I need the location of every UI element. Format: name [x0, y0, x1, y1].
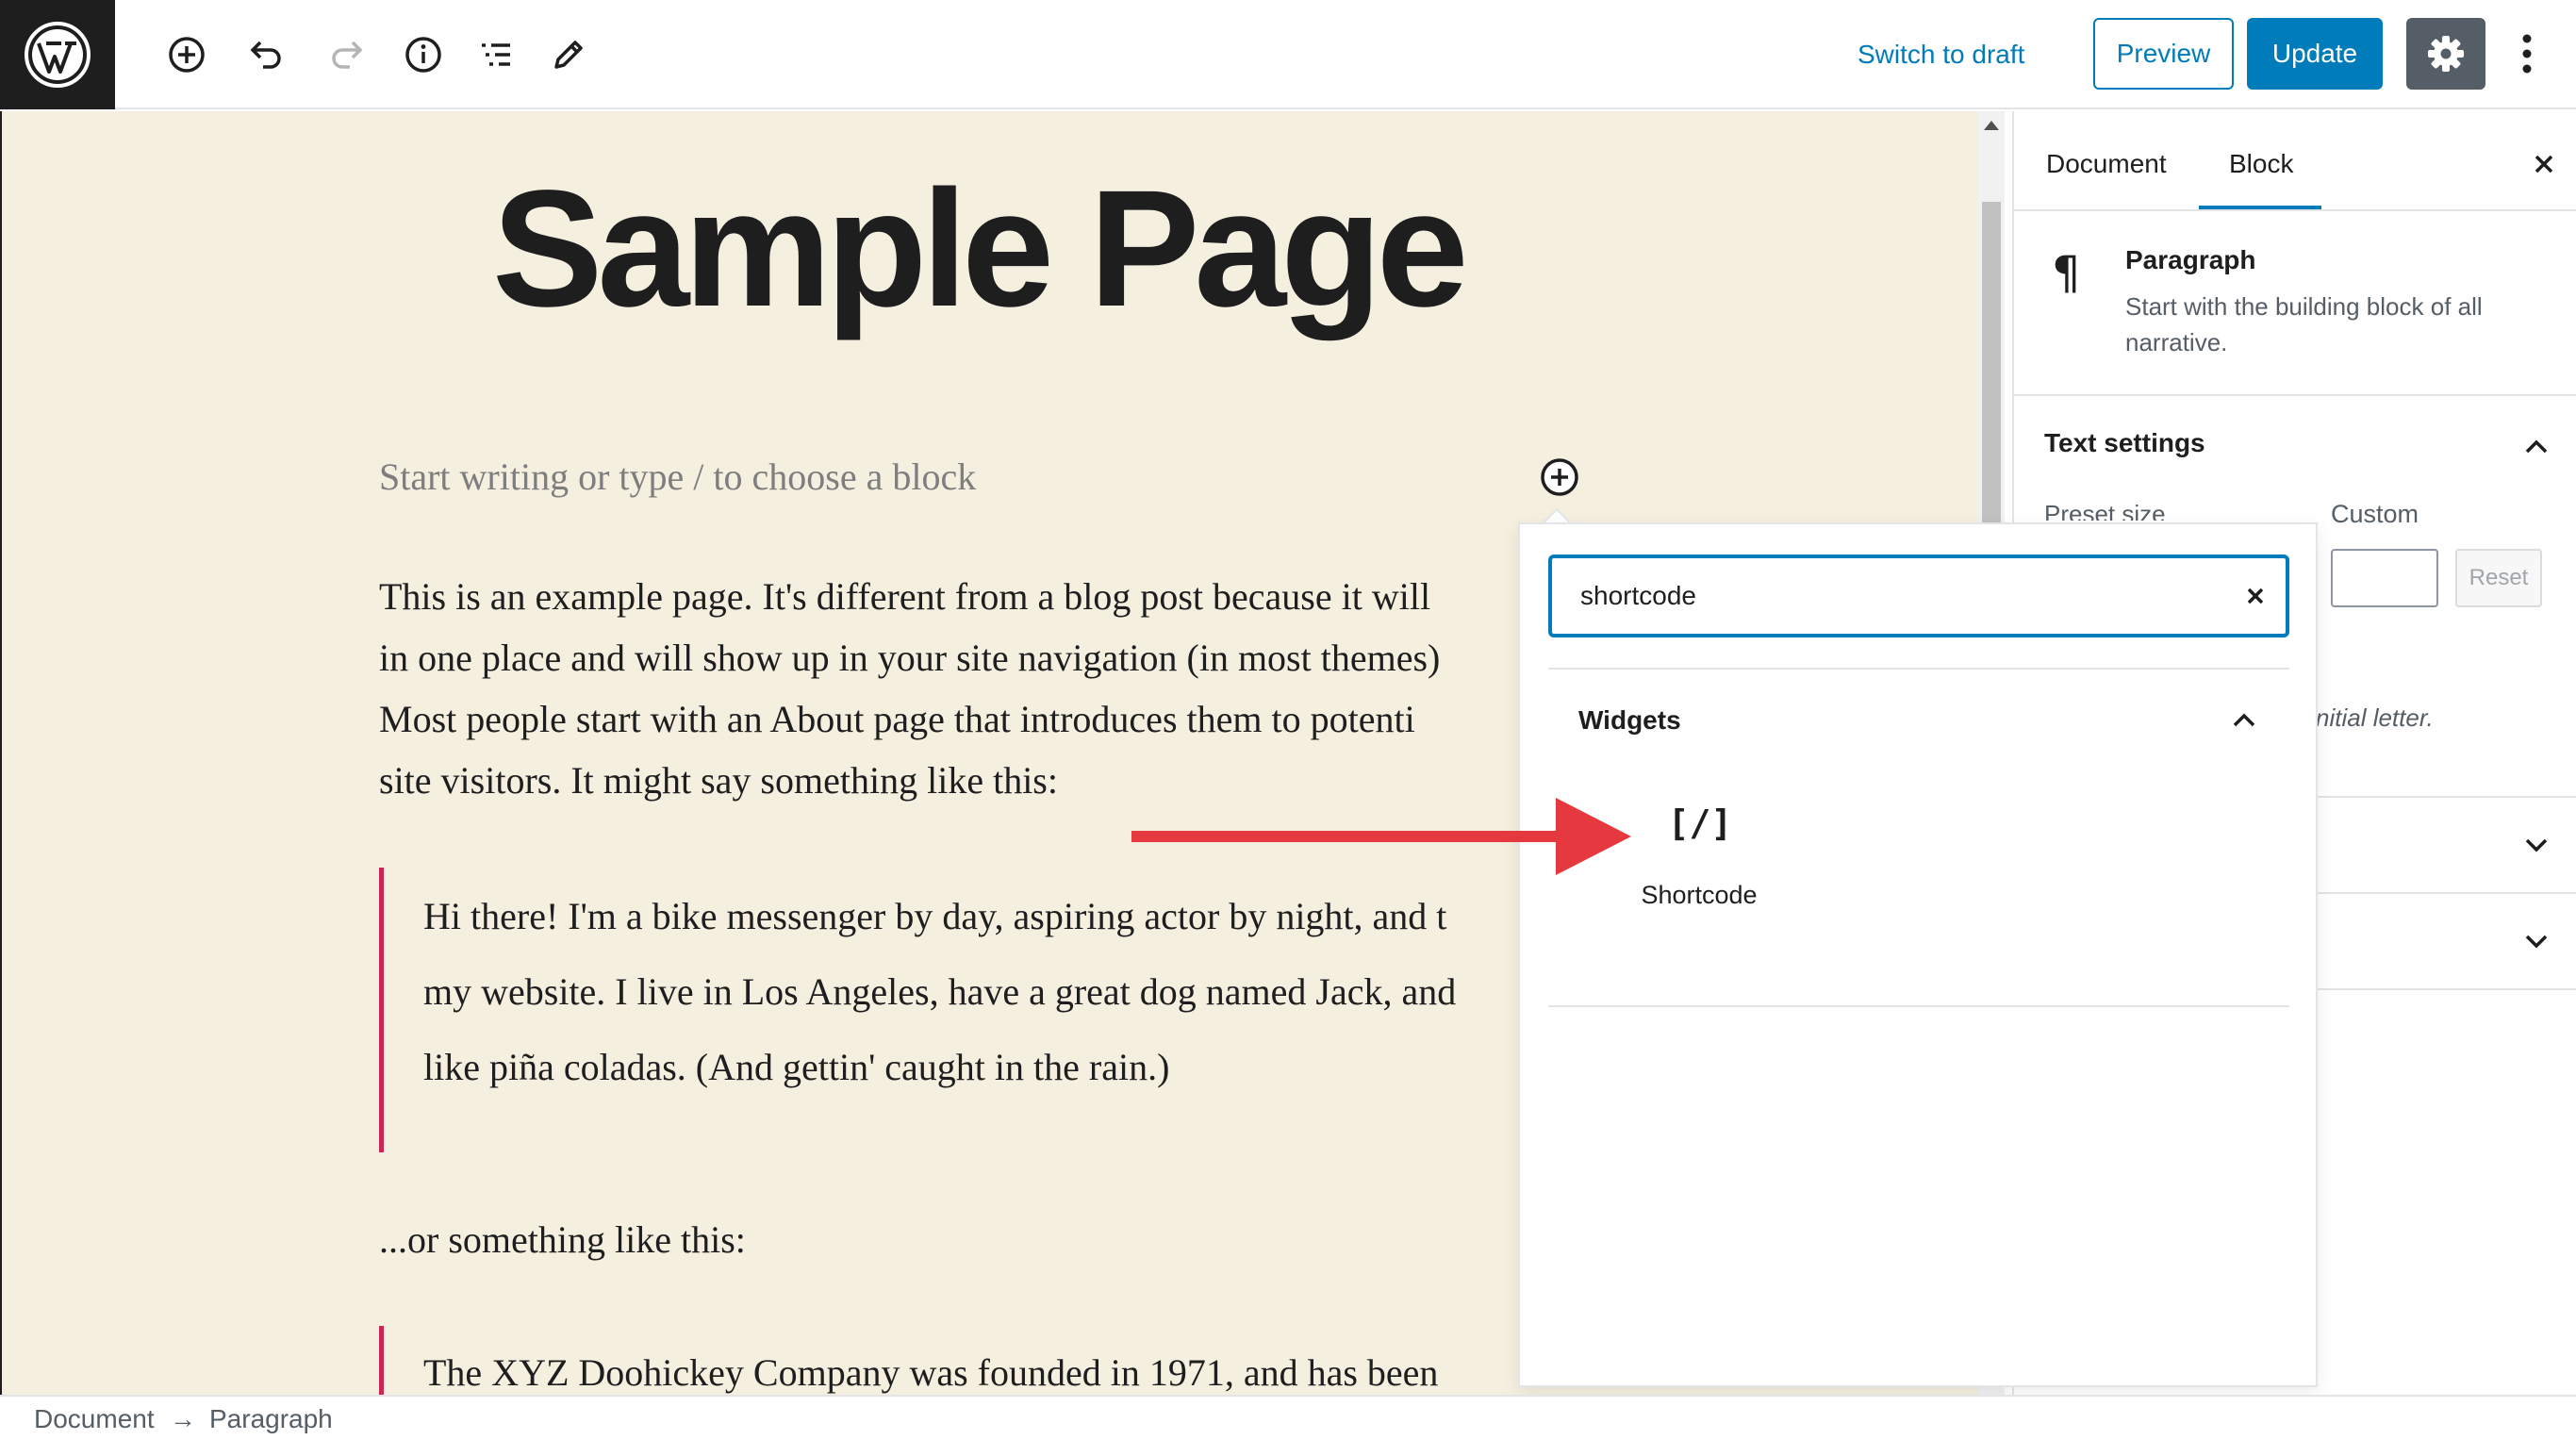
paragraph-line[interactable]: This is an example page. It's different …: [379, 566, 1430, 627]
redo-icon[interactable]: [321, 28, 373, 81]
quote-line[interactable]: The XYZ Doohickey Company was founded in…: [423, 1335, 1438, 1395]
block-inserter-popover: Widgets [/] Shortcode: [1518, 522, 2318, 1387]
inline-add-block-icon[interactable]: [1539, 456, 1580, 498]
chevron-down-icon[interactable]: [2518, 826, 2555, 864]
scroll-up-arrow-icon[interactable]: [1984, 121, 1999, 130]
custom-size-label: Custom: [2331, 500, 2419, 528]
divider: [2014, 209, 2576, 211]
breadcrumb-separator: →: [170, 1404, 196, 1433]
divider: [1548, 1005, 2289, 1007]
paragraph-line[interactable]: in one place and will show up in your si…: [379, 627, 1440, 688]
paragraph-icon: ¶: [2052, 247, 2081, 300]
text-settings-panel-title[interactable]: Text settings: [2044, 428, 2205, 458]
paragraph-line[interactable]: ...or something like this:: [379, 1209, 746, 1270]
breadcrumb-document[interactable]: Document: [34, 1404, 155, 1434]
canvas-scroll-thumb[interactable]: [1982, 202, 2001, 522]
shortcode-block-label: Shortcode: [1641, 881, 1758, 909]
editor-header: Switch to draft Preview Update: [0, 0, 2576, 109]
wordpress-logo-icon[interactable]: [0, 0, 115, 109]
block-breadcrumb: Document → Paragraph: [0, 1395, 2576, 1440]
quote-line[interactable]: my website. I live in Los Angeles, have …: [423, 954, 1456, 1030]
divider: [2014, 394, 2576, 396]
empty-block-placeholder[interactable]: Start writing or type / to choose a bloc…: [379, 455, 976, 499]
widgets-category-title[interactable]: Widgets: [1578, 705, 1681, 736]
clear-search-icon[interactable]: [2237, 577, 2274, 615]
page-title[interactable]: Sample Page: [492, 157, 1469, 341]
chevron-up-icon[interactable]: [2225, 702, 2263, 739]
tab-block[interactable]: Block: [2229, 143, 2293, 185]
quote-line[interactable]: Hi there! I'm a bike messenger by day, a…: [423, 879, 1446, 954]
chevron-up-icon[interactable]: [2518, 428, 2555, 466]
close-sidebar-icon[interactable]: [2523, 143, 2565, 185]
paragraph-line[interactable]: site visitors. It might say something li…: [379, 750, 1058, 811]
wordpress-w-icon: [25, 22, 91, 88]
switch-to-draft-link[interactable]: Switch to draft: [1858, 34, 2024, 75]
more-options-icon[interactable]: [2508, 23, 2546, 85]
quote-line[interactable]: like piña coladas. (And gettin' caught i…: [423, 1030, 1169, 1105]
annotation-arrow-icon: [1131, 798, 1631, 875]
divider: [1548, 668, 2289, 670]
shortcode-icon: [/]: [1667, 803, 1733, 844]
edit-pencil-icon[interactable]: [542, 28, 595, 81]
preview-button[interactable]: Preview: [2093, 18, 2234, 90]
quote-border: [379, 1326, 384, 1395]
update-button[interactable]: Update: [2247, 18, 2383, 90]
chevron-down-icon[interactable]: [2518, 922, 2555, 960]
custom-font-size-input[interactable]: [2331, 549, 2438, 607]
block-search-box[interactable]: [1548, 554, 2289, 637]
tab-document[interactable]: Document: [2046, 143, 2167, 185]
drop-cap-help-text: nitial letter.: [2316, 703, 2434, 732]
reset-font-size-button[interactable]: Reset: [2455, 549, 2542, 607]
settings-gear-icon[interactable]: [2406, 18, 2485, 90]
info-icon[interactable]: [397, 28, 450, 81]
quote-border: [379, 868, 384, 1152]
block-card-description: Start with the building block of all nar…: [2125, 292, 2483, 356]
paragraph-line[interactable]: Most people start with an About page tha…: [379, 688, 1415, 750]
breadcrumb-paragraph[interactable]: Paragraph: [209, 1404, 333, 1434]
block-navigation-icon[interactable]: [470, 28, 522, 81]
block-search-input[interactable]: [1580, 558, 2221, 634]
undo-icon[interactable]: [239, 28, 292, 81]
preset-size-label: Preset size: [2044, 500, 2166, 521]
block-card-title: Paragraph: [2125, 245, 2256, 274]
add-block-icon[interactable]: [160, 28, 213, 81]
